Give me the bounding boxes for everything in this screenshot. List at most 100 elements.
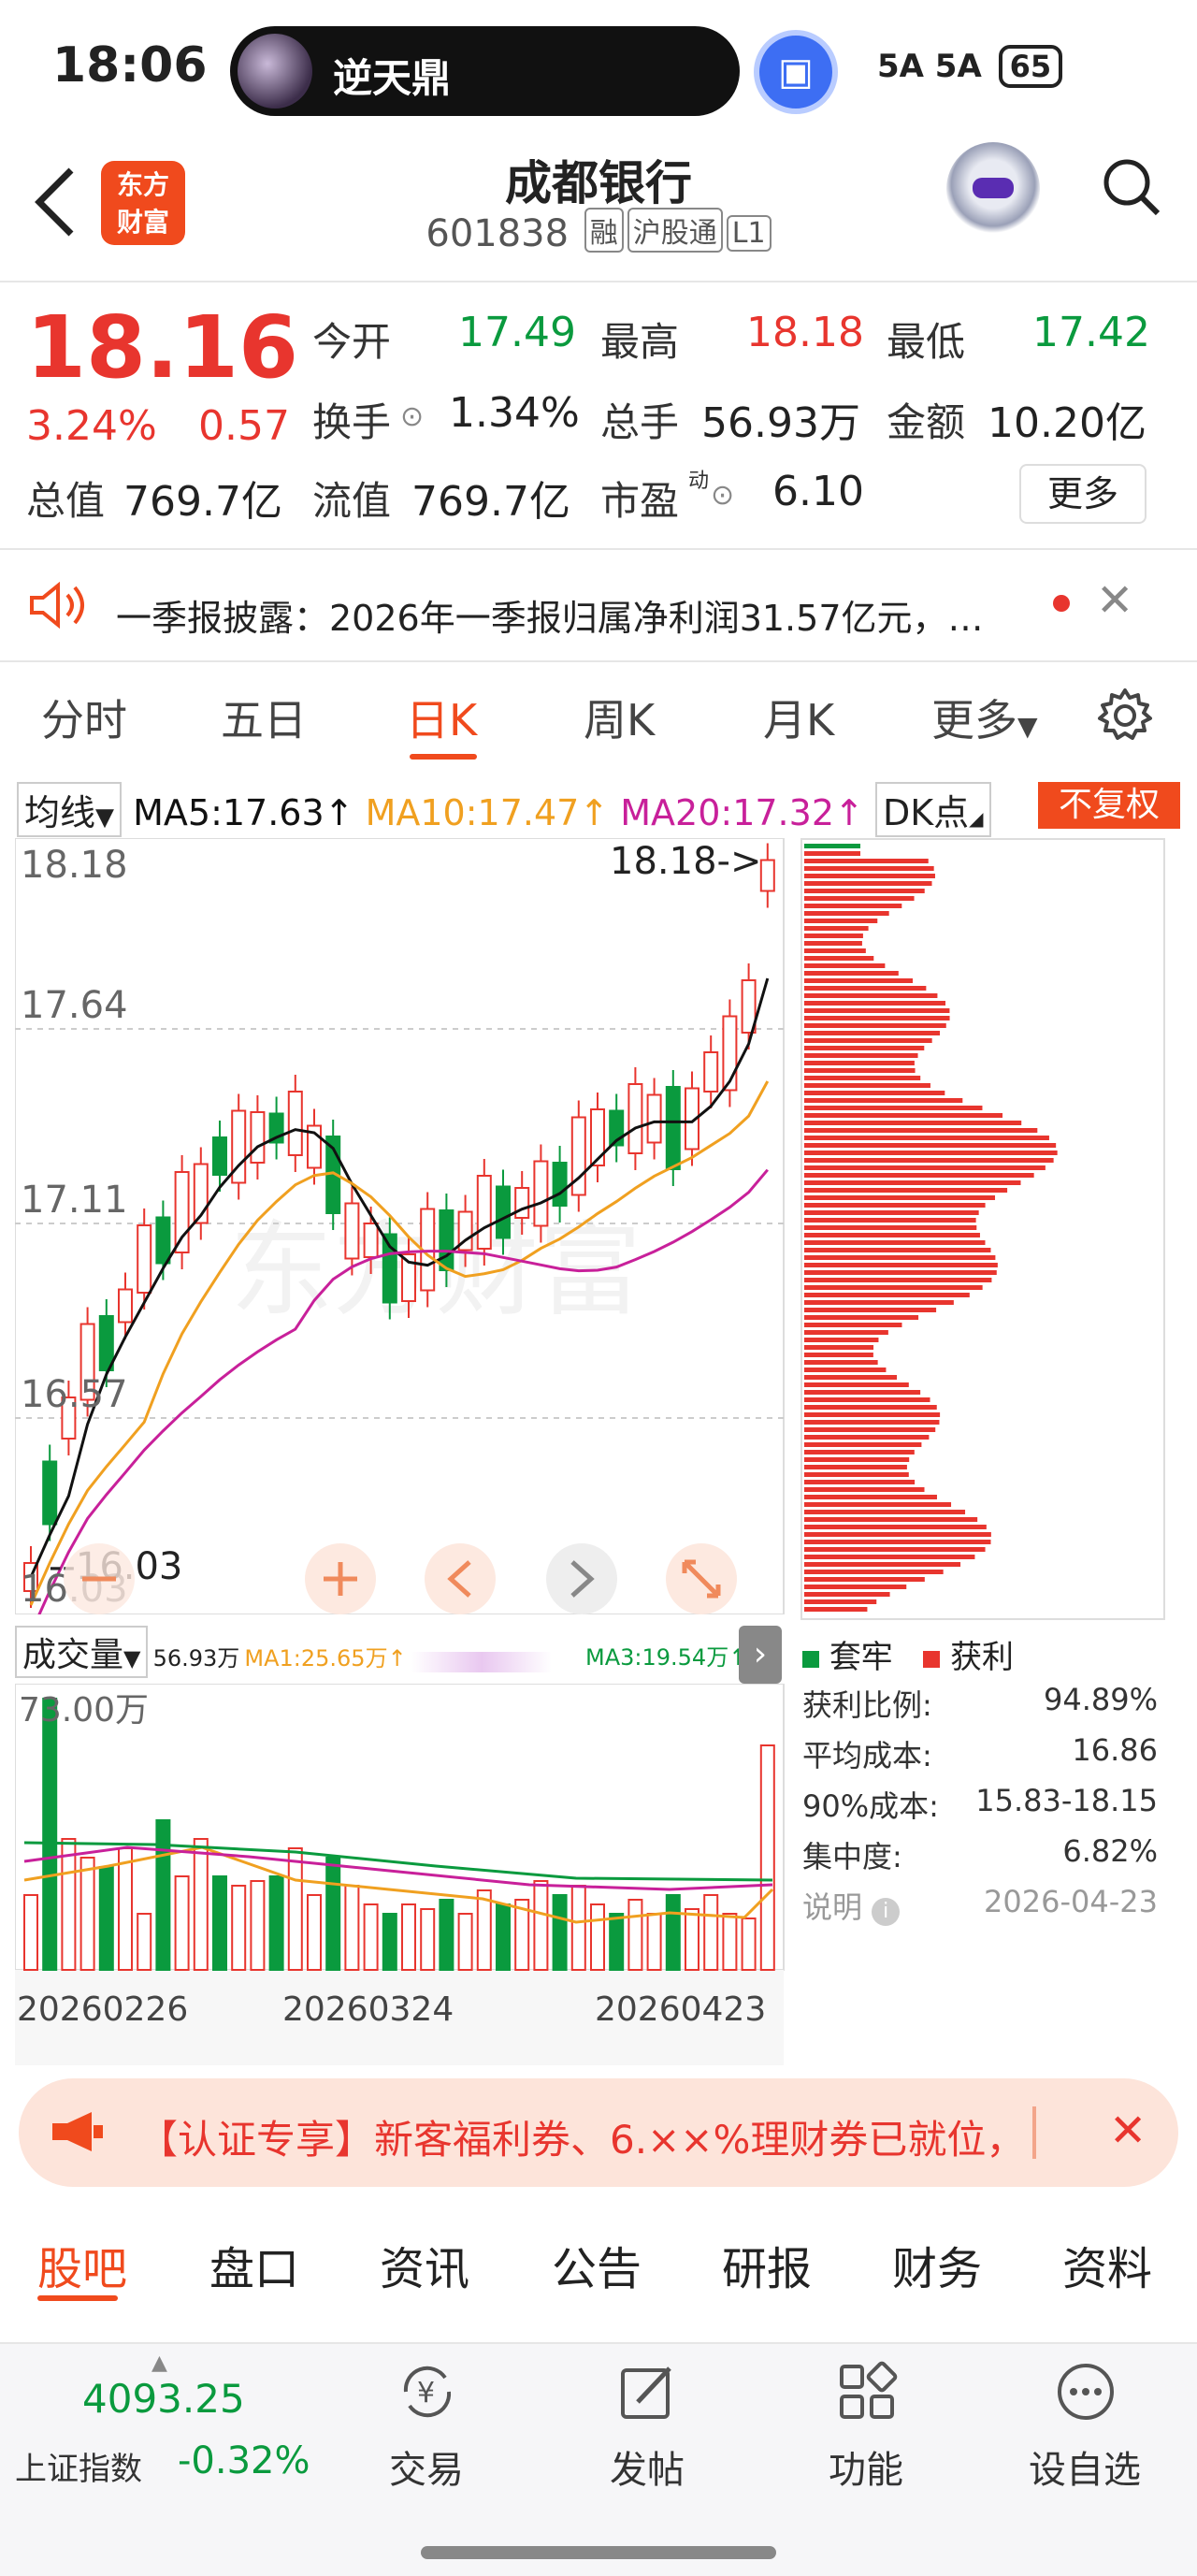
candle xyxy=(212,1136,227,1176)
chip-bar xyxy=(804,926,869,931)
high-label: 最高 xyxy=(600,319,680,365)
subtab-announcements[interactable]: 公告 xyxy=(552,2232,642,2297)
index-change[interactable]: -0.32% xyxy=(178,2439,310,2482)
chip-bar xyxy=(804,1180,1021,1185)
avg-cost-value: 16.86 xyxy=(1072,1732,1158,1768)
chart-zoom-out-button[interactable] xyxy=(64,1543,135,1614)
chip-bar xyxy=(804,1278,992,1282)
more-button[interactable]: 更多 xyxy=(1019,464,1147,524)
pe-info-icon[interactable]: ⊙ xyxy=(711,479,734,512)
volume-label: 总手 xyxy=(600,399,680,445)
chip-distribution-chart xyxy=(800,838,1165,1620)
megaphone-icon xyxy=(52,2112,103,2151)
chip-bar xyxy=(804,1151,1058,1155)
pill-title: 逆天鼎 xyxy=(333,55,452,101)
subtab-profile[interactable]: 资料 xyxy=(1062,2232,1152,2297)
settings-gear-icon[interactable] xyxy=(1096,687,1154,745)
promo-text[interactable]: 【认证专享】新客福利券、6.××%理财券已就位， xyxy=(138,2108,1025,2165)
adjust-mode-button[interactable]: 不复权 xyxy=(1038,782,1180,829)
news-headline[interactable]: 一季报披露：2026年一季报归属净利润31.57亿元，… xyxy=(116,589,984,641)
chip-bar xyxy=(804,1547,986,1552)
nav-watchlist[interactable]: 设自选 xyxy=(1001,2361,1169,2529)
status-pill[interactable]: 逆天鼎 xyxy=(230,26,740,116)
nav-functions[interactable]: 功能 xyxy=(782,2361,950,2529)
chip-bar xyxy=(804,1106,983,1110)
caret-up-icon: ▲ xyxy=(151,2352,167,2375)
tab-five-day[interactable]: 五日 xyxy=(221,687,307,748)
concentration-label: 集中度: xyxy=(802,1839,902,1874)
subtab-forum[interactable]: 股吧 xyxy=(37,2232,127,2297)
volume-select[interactable]: 成交量▼ xyxy=(15,1626,149,1678)
chip-bar xyxy=(804,1023,946,1028)
chip-bar xyxy=(804,1053,918,1058)
subtab-orderbook[interactable]: 盘口 xyxy=(209,2232,299,2297)
chip-bar xyxy=(804,1076,921,1080)
nav-post[interactable]: 发帖 xyxy=(563,2361,731,2529)
chip-bar xyxy=(804,1412,941,1417)
candle xyxy=(552,1162,568,1207)
chart-zoom-in-button[interactable] xyxy=(305,1543,376,1614)
expand-indicators-button[interactable]: › xyxy=(739,1626,782,1684)
ma-select[interactable]: 均线▼ xyxy=(17,782,123,837)
chip-bar xyxy=(804,896,915,901)
volume-bar xyxy=(685,1908,699,1971)
chip-bar xyxy=(804,1315,919,1320)
chip-bar xyxy=(804,874,935,878)
assistant-robot-icon[interactable] xyxy=(946,142,1040,236)
index-name[interactable]: 上证指数 xyxy=(15,2443,142,2489)
chart-prev-button[interactable] xyxy=(425,1543,496,1614)
close-news-icon[interactable]: ✕ xyxy=(1096,574,1133,627)
search-icon[interactable] xyxy=(1102,157,1161,217)
volume-bar xyxy=(457,1913,473,1971)
chip-bar xyxy=(804,1472,909,1477)
volume-chart[interactable]: 73.00万 20260226 20260324 20260423 xyxy=(15,1684,786,2065)
explain-label[interactable]: 说明 i xyxy=(802,1889,901,1926)
chip-bar xyxy=(804,986,927,991)
chip-bar xyxy=(804,1188,1008,1193)
tab-more[interactable]: 更多▼ xyxy=(931,687,1038,748)
volume-bar xyxy=(759,1744,775,1971)
nav-trade[interactable]: ¥ 交易 xyxy=(342,2361,511,2529)
date-start: 20260226 xyxy=(17,1990,188,2029)
chart-next-button[interactable] xyxy=(546,1543,617,1614)
tag-margin: 融 xyxy=(584,208,624,253)
volume-bar xyxy=(61,1838,77,1971)
volume-bar xyxy=(703,1894,719,1971)
volume-bar xyxy=(98,1866,114,1971)
subtab-finance[interactable]: 财务 xyxy=(892,2232,982,2297)
tab-weekly-k[interactable]: 周K xyxy=(584,687,655,748)
low-label: 最低 xyxy=(887,319,966,365)
info-icon[interactable]: ⊙ xyxy=(400,400,424,433)
total-cap-label: 总值 xyxy=(26,478,106,524)
volume-bar xyxy=(665,1894,681,1971)
avg-cost-label: 平均成本: xyxy=(802,1738,932,1773)
chip-bar xyxy=(804,1218,976,1223)
subtab-research[interactable]: 研报 xyxy=(722,2232,812,2297)
chip-bar xyxy=(804,1405,937,1410)
chip-bar xyxy=(804,1008,950,1013)
tab-daily-k[interactable]: 日K xyxy=(406,687,477,748)
tab-intraday[interactable]: 分时 xyxy=(41,687,127,748)
volume-bar xyxy=(533,1880,549,1971)
floating-app-icon[interactable]: ▣ xyxy=(754,30,838,114)
chip-bar xyxy=(804,1061,915,1065)
status-time: 18:06 xyxy=(52,37,208,94)
pe-value: 6.10 xyxy=(772,468,864,515)
tab-monthly-k[interactable]: 月K xyxy=(763,687,834,748)
low-value: 17.42 xyxy=(1032,309,1150,356)
index-value[interactable]: 4093.25 xyxy=(82,2376,245,2422)
close-promo-icon[interactable]: ✕ xyxy=(1109,2105,1147,2157)
chart-fullscreen-button[interactable] xyxy=(666,1543,737,1614)
home-indicator xyxy=(421,2546,776,2559)
dk-point-toggle[interactable]: DK点◢ xyxy=(874,782,991,837)
y-label-high: 18.18 xyxy=(21,844,128,887)
chip-bar xyxy=(804,1420,940,1425)
volume-bar xyxy=(212,1875,227,1971)
legend-profit: 获利 xyxy=(950,1639,1015,1676)
chip-bar xyxy=(804,1270,997,1275)
pill-avatar xyxy=(238,34,312,109)
subtab-news[interactable]: 资讯 xyxy=(380,2232,469,2297)
kline-chart[interactable]: 东方财富 18.18 17.64 17.11 16.57 16.03 18.18… xyxy=(15,838,786,1614)
volume-bar xyxy=(590,1903,605,1971)
nav-functions-label: 功能 xyxy=(829,2449,903,2492)
